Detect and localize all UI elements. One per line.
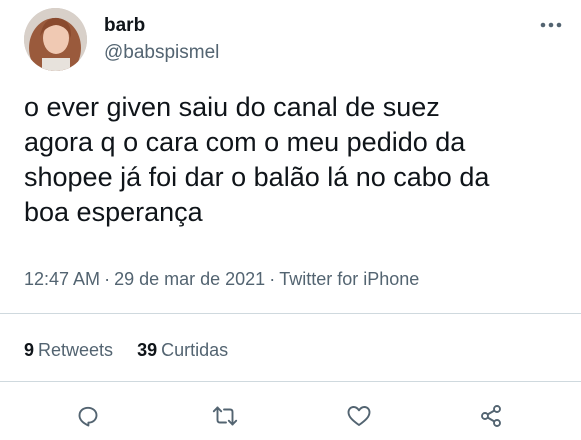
divider	[0, 381, 581, 382]
like-button[interactable]	[339, 396, 379, 436]
tweet-meta: 12:47 AM · 29 de mar de 2021 · Twitter for i…	[24, 268, 419, 290]
tweet-date[interactable]: 29 de mar de 2021	[114, 269, 265, 289]
tweet-card: barb @babspismel o ever given saiu do ca…	[0, 0, 581, 440]
retweets-stat[interactable]: 9 Retweets	[24, 339, 113, 361]
retweet-button[interactable]	[205, 396, 245, 436]
share-button[interactable]	[471, 396, 511, 436]
likes-count: 39	[137, 340, 158, 360]
tweet-header: barb @babspismel	[24, 8, 563, 74]
meta-separator: ·	[269, 269, 276, 289]
divider	[0, 313, 581, 314]
likes-label: Curtidas	[161, 340, 229, 360]
author-names: barb @babspismel	[104, 14, 219, 65]
avatar-image	[24, 8, 87, 71]
retweets-label: Retweets	[38, 340, 114, 360]
tweet-time[interactable]: 12:47 AM	[24, 269, 100, 289]
reply-button[interactable]	[68, 396, 108, 436]
user-handle[interactable]: @babspismel	[104, 41, 219, 65]
tweet-source[interactable]: Twitter for iPhone	[279, 269, 419, 289]
display-name[interactable]: barb	[104, 14, 219, 38]
share-icon	[481, 405, 501, 427]
tweet-actions	[0, 396, 581, 436]
heart-icon	[347, 406, 371, 426]
reply-icon	[78, 406, 98, 427]
retweets-count: 9	[24, 340, 35, 360]
likes-stat[interactable]: 39 Curtidas	[137, 339, 228, 361]
retweet-icon	[212, 406, 238, 426]
tweet-text: o ever given saiu do canal de suez agora…	[24, 92, 490, 227]
tweet-stats: 9 Retweets 39 Curtidas	[24, 339, 252, 361]
avatar[interactable]	[24, 8, 87, 71]
meta-separator: ·	[104, 269, 111, 289]
more-horizontal-icon[interactable]	[539, 18, 563, 30]
